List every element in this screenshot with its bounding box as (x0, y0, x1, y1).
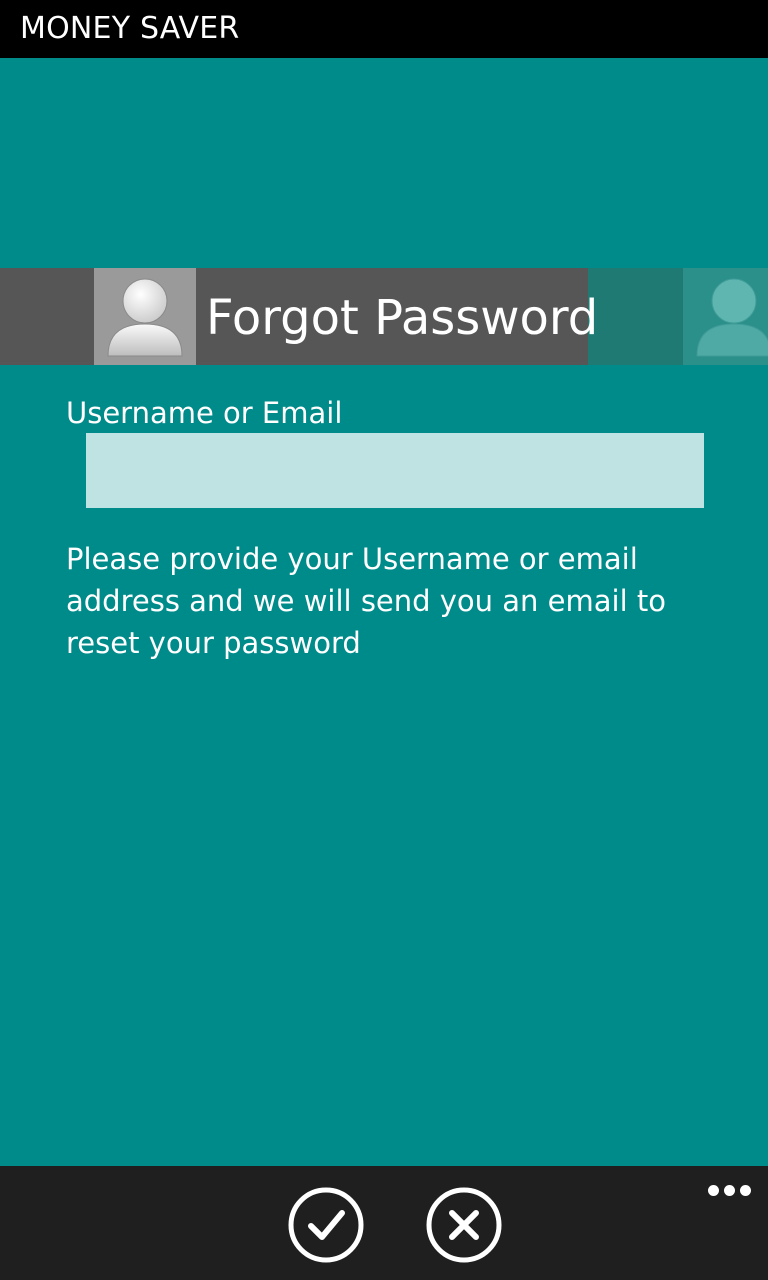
user-icon (94, 268, 196, 365)
user-icon-faded-graphic (696, 278, 768, 357)
app-title: MONEY SAVER (20, 11, 240, 46)
user-icon-faded (683, 268, 768, 365)
app-bar (0, 1166, 768, 1280)
title-bar: MONEY SAVER (0, 0, 768, 58)
username-email-label: Username or Email (66, 396, 343, 430)
username-email-input[interactable] (86, 433, 704, 508)
ellipsis-icon-dot (740, 1185, 751, 1196)
confirm-button[interactable] (287, 1187, 365, 1263)
user-icon-graphic (107, 278, 183, 357)
ellipsis-icon-dot (724, 1185, 735, 1196)
ellipsis-icon (708, 1185, 719, 1196)
help-text: Please provide your Username or email ad… (66, 542, 666, 660)
check-icon (288, 1187, 364, 1263)
cancel-button[interactable] (425, 1187, 503, 1263)
page-title: Forgot Password (206, 290, 599, 346)
more-options-button[interactable] (700, 1176, 758, 1204)
close-icon (426, 1187, 502, 1263)
